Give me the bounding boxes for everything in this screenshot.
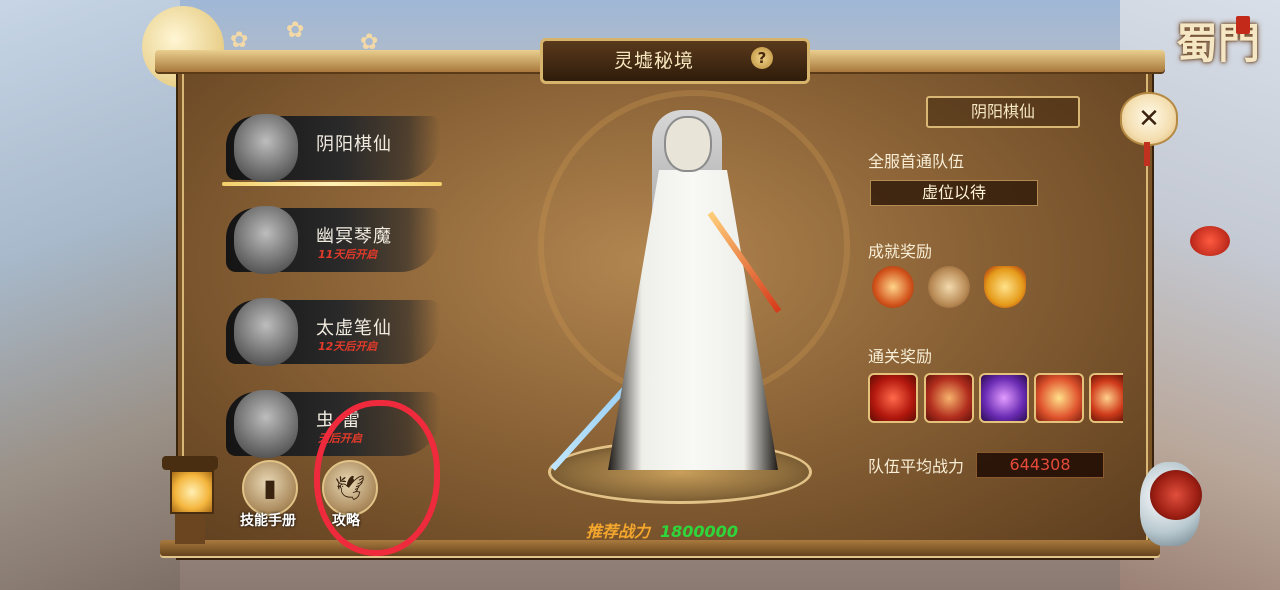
skill-manual-label: 技能手册: [240, 513, 296, 529]
boss-name: 阴阳棋仙: [316, 134, 392, 155]
reward-item-chest[interactable]: [924, 373, 974, 423]
close-button[interactable]: ✕: [1120, 92, 1178, 166]
flower-decoration: [1150, 470, 1202, 520]
lantern-decoration: [162, 456, 218, 548]
character-mask: [664, 116, 712, 172]
boss-item-yinyang[interactable]: 阴阳棋仙: [226, 110, 440, 188]
logo-seal: [1236, 16, 1250, 34]
first-clear-team: 虚位以待: [870, 180, 1038, 206]
avg-power-value: 644308: [976, 452, 1104, 478]
book-icon: ▮: [263, 474, 277, 502]
clear-reward-label: 通关奖励: [868, 347, 933, 366]
avg-power-label: 队伍平均战力: [868, 457, 965, 476]
recommended-power-label: 推荐战力: [586, 522, 651, 541]
achievement-medal-2[interactable]: [928, 266, 970, 308]
selected-boss-title: 阴阳棋仙: [926, 96, 1080, 128]
recommended-power: 推荐战力 1800000: [586, 518, 738, 542]
panel-title: 灵墟秘境: [613, 50, 694, 72]
character-robe: [608, 170, 778, 470]
reward-item-feather[interactable]: [1034, 373, 1084, 423]
tassel-decoration: [1144, 142, 1150, 166]
boss-item-youming[interactable]: 幽冥琴魔 11天后开启: [226, 202, 440, 280]
boss-portrait: [234, 298, 298, 366]
reward-item-partial[interactable]: [1089, 373, 1123, 423]
skill-manual-button[interactable]: ▮: [242, 460, 298, 516]
achievement-medal-3[interactable]: [984, 266, 1026, 308]
boss-name: 幽冥琴魔: [316, 226, 392, 247]
first-clear-label: 全服首通队伍: [868, 152, 965, 171]
panel-bottom-border: [160, 540, 1160, 558]
reward-item-red-bag[interactable]: [868, 373, 918, 423]
achievement-reward-label: 成就奖励: [868, 242, 933, 261]
boss-open-status: 12天后开启: [318, 340, 378, 353]
boss-open-status: 11天后开启: [318, 248, 378, 261]
boss-item-taixu[interactable]: 太虚笔仙 12天后开启: [226, 294, 440, 372]
help-button[interactable]: ?: [751, 47, 773, 69]
achievement-medal-1[interactable]: [872, 266, 914, 308]
boss-name: 太虚笔仙: [316, 318, 392, 339]
boss-portrait: [234, 206, 298, 274]
background-scenery-left: [0, 0, 180, 590]
boss-portrait: [234, 390, 298, 458]
highlight-annotation-circle: [314, 400, 440, 556]
recommended-power-value: 1800000: [660, 522, 738, 541]
close-icon: ✕: [1120, 92, 1178, 146]
selected-indicator: [222, 182, 442, 186]
boss-portrait: [234, 114, 298, 182]
reward-item-purple-gem[interactable]: [979, 373, 1029, 423]
blossom-icon: ✿: [286, 18, 305, 43]
boss-character-model: [550, 110, 800, 480]
red-lantern-decoration: [1190, 226, 1230, 256]
